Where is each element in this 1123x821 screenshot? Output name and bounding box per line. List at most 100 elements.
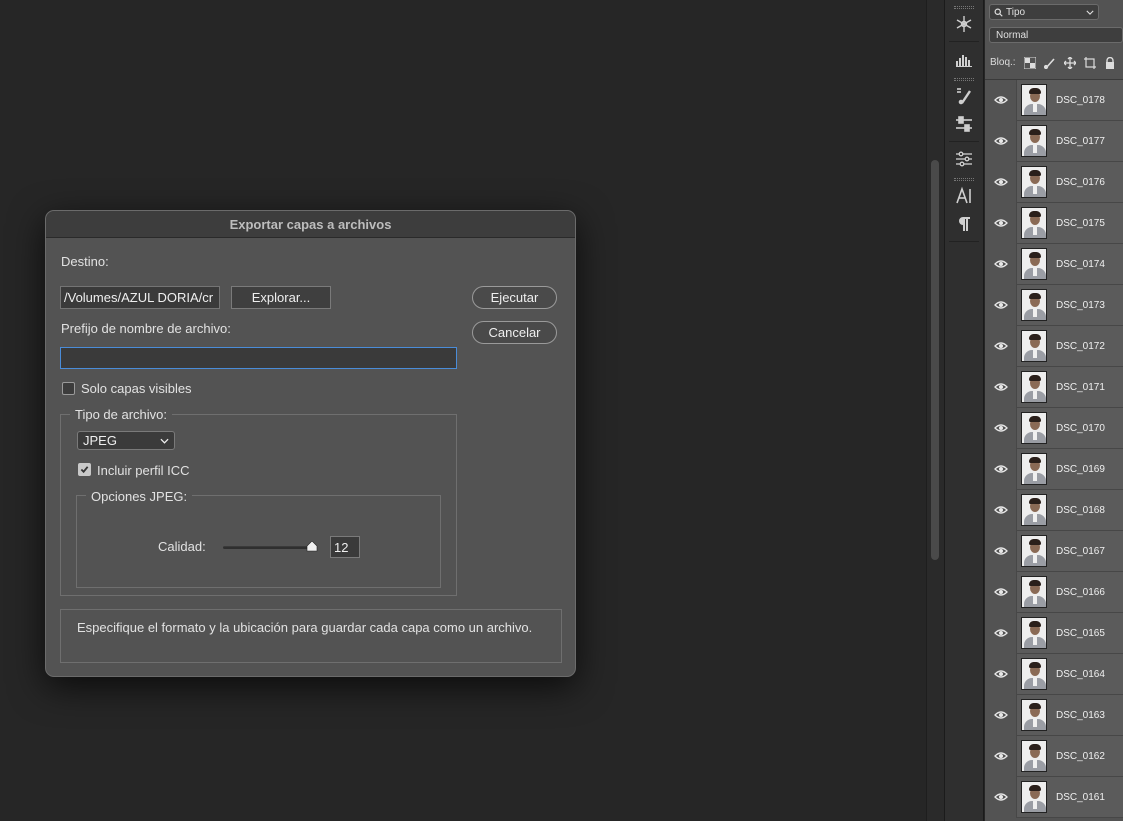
eye-icon xyxy=(993,219,1008,227)
prefix-input[interactable] xyxy=(60,347,457,369)
layer-name: DSC_0173 xyxy=(1056,299,1105,311)
layer-visibility-toggle[interactable] xyxy=(985,325,1017,367)
snowflake-icon[interactable] xyxy=(948,11,980,37)
scrollbar-thumb[interactable] xyxy=(931,160,939,560)
layer-name: DSC_0166 xyxy=(1056,586,1105,598)
search-icon xyxy=(994,8,1003,17)
eye-icon xyxy=(993,342,1008,350)
layer-visibility-toggle[interactable] xyxy=(985,407,1017,449)
grip-handle[interactable] xyxy=(954,178,974,181)
layer-name: DSC_0178 xyxy=(1056,94,1105,106)
brush-settings-icon[interactable] xyxy=(948,83,980,109)
layer-row[interactable]: DSC_0167 xyxy=(985,530,1123,572)
grip-handle[interactable] xyxy=(954,78,974,81)
include-icc-label: Incluir perfil ICC xyxy=(97,463,190,478)
layer-visibility-toggle[interactable] xyxy=(985,284,1017,326)
eye-icon xyxy=(993,465,1008,473)
layer-row[interactable]: DSC_0177 xyxy=(985,120,1123,162)
layer-row[interactable]: DSC_0162 xyxy=(985,735,1123,777)
layer-visibility-toggle[interactable] xyxy=(985,448,1017,490)
layer-visibility-toggle[interactable] xyxy=(985,612,1017,654)
layer-visibility-toggle[interactable] xyxy=(985,694,1017,736)
lock-image-pixels-icon[interactable] xyxy=(1043,57,1056,69)
export-layers-dialog: Exportar capas a archivos Destino: /Volu… xyxy=(45,210,576,677)
layer-thumbnail xyxy=(1021,166,1047,198)
layer-row[interactable]: DSC_0168 xyxy=(985,489,1123,531)
layer-name: DSC_0165 xyxy=(1056,627,1105,639)
layer-name: DSC_0170 xyxy=(1056,422,1105,434)
destination-label: Destino: xyxy=(61,254,109,269)
layer-name: DSC_0175 xyxy=(1056,217,1105,229)
layer-visibility-toggle[interactable] xyxy=(985,243,1017,285)
layer-row[interactable]: DSC_0173 xyxy=(985,284,1123,326)
destination-field[interactable]: /Volumes/AZUL DORIA/cr xyxy=(60,286,220,309)
grip-handle[interactable] xyxy=(954,6,974,9)
layer-row[interactable]: DSC_0164 xyxy=(985,653,1123,695)
blend-mode-select[interactable]: Normal xyxy=(989,27,1123,43)
layer-thumbnail xyxy=(1021,740,1047,772)
cancel-button[interactable]: Cancelar xyxy=(472,321,557,344)
layer-filter-select[interactable]: Tipo xyxy=(989,4,1099,20)
layer-name: DSC_0163 xyxy=(1056,709,1105,721)
character-icon[interactable] xyxy=(948,183,980,209)
layer-row[interactable]: DSC_0166 xyxy=(985,571,1123,613)
lock-position-icon[interactable] xyxy=(1063,56,1076,69)
eye-icon xyxy=(993,96,1008,104)
eye-icon xyxy=(993,629,1008,637)
layer-row[interactable]: DSC_0171 xyxy=(985,366,1123,408)
paragraph-icon[interactable] xyxy=(948,211,980,237)
layer-row[interactable]: DSC_0175 xyxy=(985,202,1123,244)
eye-icon xyxy=(993,178,1008,186)
layer-name: DSC_0164 xyxy=(1056,668,1105,680)
file-type-select[interactable]: JPEG xyxy=(77,431,175,450)
file-type-value: JPEG xyxy=(83,433,117,448)
properties-icon[interactable] xyxy=(948,146,980,172)
layer-row[interactable]: DSC_0163 xyxy=(985,694,1123,736)
quality-input[interactable]: 12 xyxy=(330,536,360,558)
layer-row[interactable]: DSC_0169 xyxy=(985,448,1123,490)
eye-icon xyxy=(993,506,1008,514)
include-icc-checkbox[interactable] xyxy=(78,463,91,476)
layer-list: DSC_0178 DSC_0177 DSC_0176 DSC_0175 DSC_0174… xyxy=(985,79,1123,818)
lock-artboard-icon[interactable] xyxy=(1083,56,1096,69)
layer-row[interactable]: DSC_0176 xyxy=(985,161,1123,203)
browse-button[interactable]: Explorar... xyxy=(231,286,331,309)
layer-row[interactable]: DSC_0174 xyxy=(985,243,1123,285)
eye-icon xyxy=(993,383,1008,391)
layer-visibility-toggle[interactable] xyxy=(985,202,1017,244)
lock-all-icon[interactable] xyxy=(1104,56,1116,69)
layer-visibility-toggle[interactable] xyxy=(985,489,1017,531)
quality-slider-track[interactable] xyxy=(223,546,315,549)
run-button[interactable]: Ejecutar xyxy=(472,286,557,309)
layer-visibility-toggle[interactable] xyxy=(985,366,1017,408)
layer-thumbnail xyxy=(1021,617,1047,649)
layer-row[interactable]: DSC_0165 xyxy=(985,612,1123,654)
layer-visibility-toggle[interactable] xyxy=(985,571,1017,613)
chevron-down-icon xyxy=(1086,10,1094,15)
layer-visibility-toggle[interactable] xyxy=(985,161,1017,203)
layer-visibility-toggle[interactable] xyxy=(985,776,1017,818)
layer-visibility-toggle[interactable] xyxy=(985,735,1017,777)
layer-visibility-toggle[interactable] xyxy=(985,120,1017,162)
adjustments-icon[interactable] xyxy=(948,111,980,137)
panel-toolstrip xyxy=(944,0,984,821)
vertical-scrollbar[interactable] xyxy=(926,0,944,821)
layer-name: DSC_0176 xyxy=(1056,176,1105,188)
layer-row[interactable]: DSC_0172 xyxy=(985,325,1123,367)
layer-row[interactable]: DSC_0170 xyxy=(985,407,1123,449)
visible-only-checkbox[interactable] xyxy=(62,382,75,395)
file-type-legend: Tipo de archivo: xyxy=(70,407,173,422)
layer-thumbnail xyxy=(1021,781,1047,813)
histogram-icon[interactable] xyxy=(948,46,980,72)
layer-name: DSC_0169 xyxy=(1056,463,1105,475)
layer-thumbnail xyxy=(1021,289,1047,321)
layer-visibility-toggle[interactable] xyxy=(985,79,1017,121)
quality-slider-thumb[interactable] xyxy=(306,541,318,552)
lock-transparent-pixels-icon[interactable] xyxy=(1023,56,1036,69)
layer-visibility-toggle[interactable] xyxy=(985,530,1017,572)
layer-visibility-toggle[interactable] xyxy=(985,653,1017,695)
description-box: Especifique el formato y la ubicación pa… xyxy=(60,609,562,663)
layer-row[interactable]: DSC_0161 xyxy=(985,776,1123,818)
layer-row[interactable]: DSC_0178 xyxy=(985,79,1123,121)
prefix-label: Prefijo de nombre de archivo: xyxy=(61,321,231,336)
